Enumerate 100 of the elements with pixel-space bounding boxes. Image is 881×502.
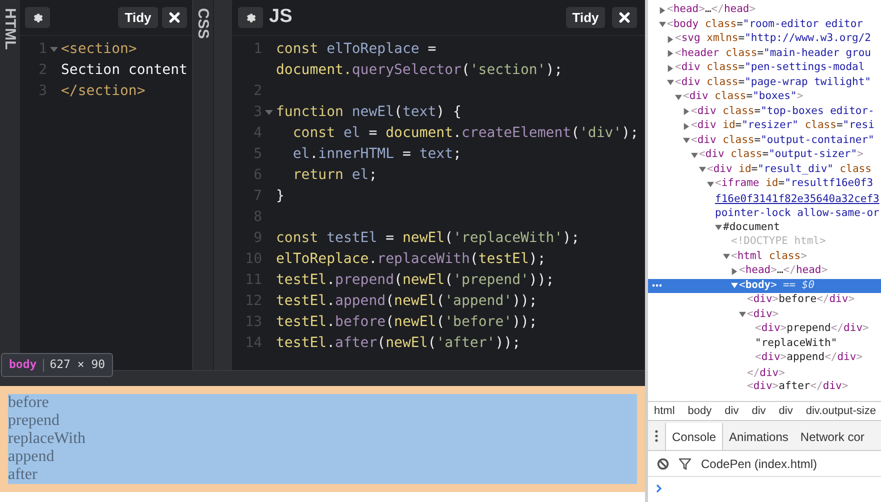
dom-node-text: <head>…</head> — [739, 263, 828, 278]
dom-node-text: <div class="pen-settings-modal — [675, 60, 865, 76]
panel-label[interactable]: HTML — [2, 8, 18, 50]
dom-node-row[interactable]: <head>…</head> — [648, 3, 881, 18]
output-text: prepend — [8, 412, 60, 430]
url-link[interactable]: f16e0f3141f82e35640a32cef3 — [715, 192, 880, 206]
dom-node-row[interactable]: "replaceWith" — [648, 336, 881, 351]
dom-node-row[interactable]: <html class> — [648, 250, 881, 264]
dom-node-row[interactable]: <svg xmlns="http://www.w3.org/2 — [648, 32, 881, 46]
collapsed-arrow-icon[interactable] — [683, 108, 690, 116]
filter-icon[interactable] — [679, 458, 691, 470]
settings-button[interactable] — [25, 7, 50, 28]
dom-node-row[interactable]: <body class="room-editor editor — [648, 18, 881, 32]
collapsed-arrow-icon[interactable] — [667, 36, 674, 43]
fold-arrow-icon[interactable] — [50, 46, 58, 52]
dom-node-text: </div> — [747, 366, 785, 380]
expanded-arrow-icon[interactable] — [723, 253, 730, 260]
code-line: elToReplace.replaceWith(testEl); — [276, 250, 546, 269]
dom-node-row[interactable]: <body> == $0 — [648, 278, 881, 293]
expanded-arrow-icon[interactable] — [699, 166, 706, 174]
settings-button[interactable] — [238, 7, 263, 28]
expanded-arrow-icon[interactable] — [667, 79, 674, 86]
dom-node-row[interactable]: <head>…</head> — [648, 264, 881, 278]
dom-node-text: <head>…</head> — [667, 2, 756, 18]
context-selector[interactable]: CodePen (index.html) — [701, 454, 818, 472]
drawer-tab[interactable]: Console — [665, 423, 724, 450]
output-text: replaceWith — [8, 430, 86, 448]
dom-node-text: <html class> — [731, 248, 807, 264]
code-line: const elToReplace = — [276, 40, 436, 59]
drawer-tab[interactable]: Animations — [723, 423, 794, 450]
breadcrumb-item[interactable]: body — [688, 402, 712, 420]
close-button[interactable] — [612, 7, 637, 28]
expanded-arrow-icon[interactable] — [683, 137, 690, 144]
expanded-arrow-icon[interactable] — [659, 21, 666, 28]
output-text: before — [8, 394, 49, 412]
gear-icon — [32, 12, 43, 23]
close-icon — [619, 12, 630, 23]
breadcrumb-item[interactable]: div — [752, 402, 766, 420]
close-button[interactable] — [162, 7, 187, 28]
dom-node-text: <svg xmlns="http://www.w3.org/2 — [675, 31, 871, 46]
dom-node-row[interactable]: <div class="pen-settings-modal — [648, 61, 881, 76]
clear-console-icon[interactable] — [657, 458, 669, 470]
code-line: return el; — [292, 166, 378, 185]
dom-node-row[interactable]: <div id="resizer" class="resi — [648, 119, 881, 134]
dom-node-row[interactable]: <div>after</div> — [648, 380, 881, 394]
tidy-button[interactable]: Tidy — [118, 7, 158, 28]
dom-node-row[interactable]: <div id="result_div" class — [648, 162, 881, 177]
panel-label[interactable]: CSS — [196, 8, 210, 39]
dom-node-row[interactable]: <div class="top-boxes editor- — [648, 104, 881, 119]
dom-node-text: <header class="main-header grou — [675, 46, 871, 61]
dom-node-row[interactable]: #document — [648, 220, 881, 235]
collapsed-arrow-icon[interactable] — [667, 50, 674, 58]
code-line: function newEl(text) { — [276, 103, 462, 122]
drawer-tab[interactable]: Network cor — [794, 423, 870, 450]
expanded-arrow-icon[interactable] — [707, 180, 714, 188]
panel-title: JS — [269, 5, 292, 30]
dom-node-row[interactable]: <div class="output-sizer"> — [648, 148, 881, 162]
more-menu-icon[interactable] — [655, 430, 658, 442]
dom-node-row[interactable]: <iframe id="resultf16e0f3 — [648, 177, 881, 192]
dom-node-row[interactable]: <div class="page-wrap twilight" — [648, 76, 881, 90]
dom-node-row[interactable]: <div>prepend</div> — [648, 322, 881, 336]
tidy-button[interactable]: Tidy — [566, 7, 605, 28]
collapsed-arrow-icon[interactable] — [659, 6, 666, 14]
collapsed-arrow-icon[interactable] — [667, 64, 674, 72]
dom-node-row[interactable]: <div class="output-container" — [648, 134, 881, 148]
code-line: document.querySelector('section'); — [276, 61, 563, 80]
dom-node-row[interactable]: <header class="main-header grou — [648, 46, 881, 61]
collapsed-arrow-icon[interactable] — [731, 268, 738, 275]
dom-node-text: <div id="result_div" class — [707, 162, 872, 177]
dom-node-row[interactable]: <div> — [648, 308, 881, 322]
tooltip-size: 627 × 90 — [50, 356, 106, 374]
expanded-arrow-icon[interactable] — [691, 152, 698, 159]
breadcrumb-item[interactable]: div.output-size — [806, 402, 876, 420]
dom-node-text: #document — [723, 220, 780, 235]
prompt-chevron-icon — [656, 484, 662, 493]
gear-icon — [245, 12, 256, 23]
dom-node-row[interactable]: <div>append</div> — [648, 351, 881, 366]
code-line: <section> — [61, 40, 137, 59]
expanded-arrow-icon[interactable] — [739, 311, 746, 318]
breadcrumb-item[interactable]: div — [724, 402, 739, 420]
expanded-arrow-icon[interactable] — [675, 94, 682, 101]
breadcrumb-item[interactable]: div — [778, 402, 793, 420]
expanded-arrow-icon[interactable] — [731, 282, 738, 290]
dom-node-text: <div>after</div> — [747, 379, 848, 394]
dom-node-text: <div>before</div> — [747, 292, 855, 308]
dom-node-row[interactable]: <div class="boxes"> — [648, 90, 881, 104]
breadcrumb-item[interactable]: html — [654, 402, 675, 420]
dom-node-text: <div class="output-container" — [691, 132, 874, 148]
fold-arrow-icon[interactable] — [265, 110, 273, 116]
dom-node-row[interactable]: <div>before</div> — [648, 293, 881, 308]
code-line: testEl.append(newEl('append')); — [276, 292, 538, 311]
dom-node-text: <div class="page-wrap twilight" — [675, 74, 871, 90]
expanded-arrow-icon[interactable] — [715, 224, 722, 232]
code-line: testEl.before(newEl('before')); — [276, 313, 538, 332]
code-line: const el = document.createElement('div'); — [292, 124, 639, 143]
dom-node-text: <div> — [747, 306, 779, 322]
more-icon[interactable] — [652, 284, 662, 286]
collapsed-arrow-icon[interactable] — [683, 122, 690, 130]
dom-node-text: <div class="boxes"> — [683, 89, 804, 104]
code-line: testEl.prepend(newEl('prepend')); — [276, 271, 554, 290]
